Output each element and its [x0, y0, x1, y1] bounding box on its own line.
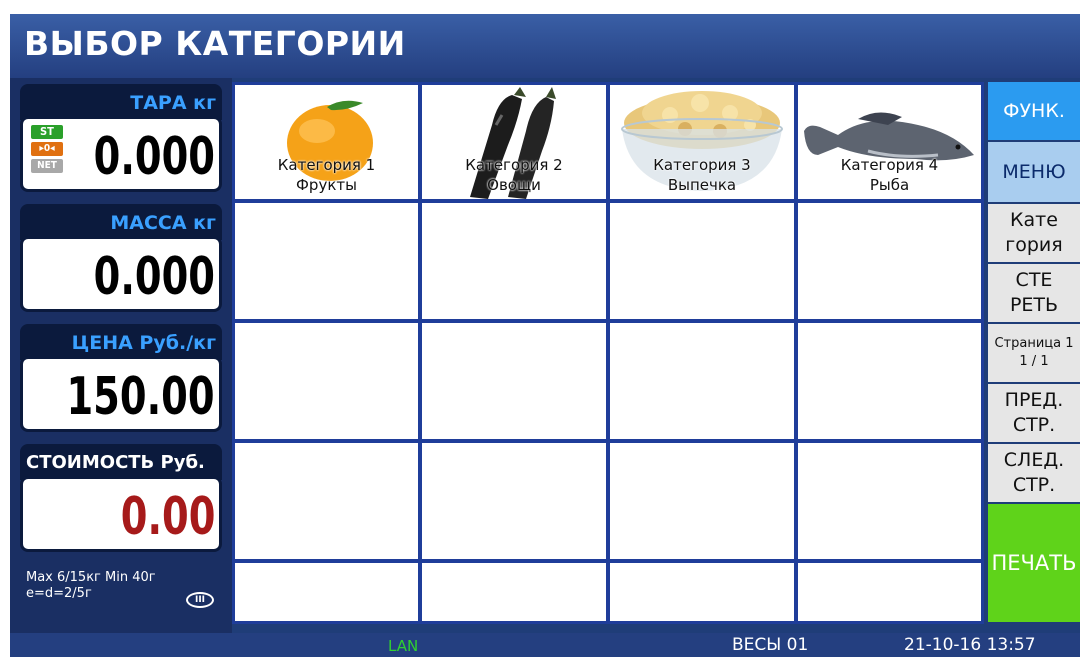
mass-display: 0.000	[20, 236, 222, 312]
cost-block: СТОИМОСТЬ Руб. 0.00	[20, 444, 222, 552]
erase-button-label-2: РЕТЬ	[1009, 294, 1059, 316]
tare-value: 0.000	[93, 127, 215, 187]
category-subtitle: Фрукты	[296, 176, 357, 194]
next-page-label-1: СЛЕД.	[1003, 449, 1065, 471]
mass-block: МАССА кг 0.000	[20, 204, 222, 312]
status-bar: LAN ВЕСЫ 01 21-10-16 13:57	[10, 633, 1080, 657]
page-indicator-value: 1 / 1	[1019, 354, 1049, 369]
category-tile-empty[interactable]	[422, 563, 606, 621]
cost-label: СТОИМОСТЬ Руб.	[20, 444, 222, 480]
category-tile-empty[interactable]	[798, 203, 981, 319]
page-title: ВЫБОР КАТЕГОРИИ	[24, 24, 406, 63]
tare-display: ST ▸0◂ NET 0.000	[20, 116, 222, 192]
stable-indicator: ST	[31, 125, 63, 139]
category-subtitle: Выпечка	[667, 176, 737, 194]
category-tile-empty[interactable]	[610, 443, 794, 559]
print-button[interactable]: ПЕЧАТЬ	[988, 504, 1080, 622]
category-tile-3[interactable]: Категория 3 Выпечка	[610, 85, 794, 199]
specs-max-min: Max 6/15кг Min 40г	[26, 570, 156, 585]
menu-button-label: МЕНЮ	[1002, 160, 1066, 183]
category-tile-empty[interactable]	[235, 323, 418, 439]
prev-page-label-1: ПРЕД.	[1004, 389, 1064, 411]
next-page-label-2: СТР.	[1012, 474, 1056, 496]
zero-indicator: ▸0◂	[31, 142, 63, 156]
category-tile-empty[interactable]	[610, 203, 794, 319]
indicator-group: ST ▸0◂ NET	[31, 125, 63, 176]
category-tile-empty[interactable]	[798, 323, 981, 439]
category-button-label-1: Кате	[1010, 209, 1058, 231]
category-grid: Категория 1 Фрукты Категория 2 Овощи Кат…	[232, 82, 984, 624]
category-tile-empty[interactable]	[235, 203, 418, 319]
category-tile-empty[interactable]	[798, 563, 981, 621]
price-block: ЦЕНА Руб./кг 150.00	[20, 324, 222, 432]
cost-value: 0.00	[120, 487, 215, 547]
category-tile-empty[interactable]	[422, 323, 606, 439]
category-tile-empty[interactable]	[798, 443, 981, 559]
mass-value: 0.000	[93, 247, 215, 307]
category-tile-empty[interactable]	[610, 563, 794, 621]
accuracy-class-icon: III	[186, 592, 214, 608]
category-tile-empty[interactable]	[235, 563, 418, 621]
scale-specs: Max 6/15кг Min 40г e=d=2/5г	[26, 570, 156, 602]
category-name: Категория 3	[653, 156, 751, 174]
price-display[interactable]: 150.00	[20, 356, 222, 432]
title-bar: ВЫБОР КАТЕГОРИИ	[10, 14, 1080, 78]
tare-block: ТАРА кг ST ▸0◂ NET 0.000	[20, 84, 222, 192]
left-panel: ТАРА кг ST ▸0◂ NET 0.000 МАССА кг 0.000 …	[10, 78, 232, 633]
category-subtitle: Овощи	[487, 176, 541, 194]
page-indicator-label: Страница 1	[994, 336, 1074, 351]
date-time: 21-10-16 13:57	[904, 635, 1036, 655]
category-subtitle: Рыба	[869, 176, 910, 194]
net-indicator: NET	[31, 159, 63, 173]
category-button-label-2: гория	[1005, 234, 1063, 256]
category-tile-2[interactable]: Категория 2 Овощи	[422, 85, 606, 199]
right-menu: ФУНК. МЕНЮ Кате гория СТЕ РЕТЬ Страница …	[988, 82, 1080, 624]
func-button-label: ФУНК.	[1003, 99, 1065, 122]
cost-display: 0.00	[20, 476, 222, 552]
category-button[interactable]: Кате гория	[988, 204, 1080, 262]
category-name: Категория 2	[465, 156, 563, 174]
category-name: Категория 1	[277, 156, 376, 174]
scale-id: ВЕСЫ 01	[732, 635, 809, 655]
page-indicator: Страница 1 1 / 1	[988, 324, 1080, 382]
price-label: ЦЕНА Руб./кг	[20, 324, 222, 360]
category-tile-empty[interactable]	[610, 323, 794, 439]
category-name: Категория 4	[840, 156, 939, 174]
mass-label: МАССА кг	[20, 204, 222, 240]
category-tile-empty[interactable]	[422, 443, 606, 559]
prev-page-button[interactable]: ПРЕД. СТР.	[988, 384, 1080, 442]
erase-button[interactable]: СТЕ РЕТЬ	[988, 264, 1080, 322]
menu-button[interactable]: МЕНЮ	[988, 142, 1080, 202]
category-tile-4[interactable]: Категория 4 Рыба	[798, 85, 981, 199]
specs-division: e=d=2/5г	[26, 586, 92, 601]
erase-button-label-1: СТЕ	[1015, 269, 1053, 291]
scale-screen: ВЫБОР КАТЕГОРИИ ТАРА кг ST ▸0◂ NET 0.000…	[10, 14, 1080, 657]
next-page-button[interactable]: СЛЕД. СТР.	[988, 444, 1080, 502]
prev-page-label-2: СТР.	[1012, 414, 1056, 436]
func-button[interactable]: ФУНК.	[988, 82, 1080, 140]
lan-status: LAN	[388, 637, 419, 655]
price-value: 150.00	[66, 367, 215, 427]
tare-label: ТАРА кг	[20, 84, 222, 120]
print-button-label: ПЕЧАТЬ	[991, 550, 1077, 575]
category-tile-empty[interactable]	[235, 443, 418, 559]
category-tile-empty[interactable]	[422, 203, 606, 319]
category-tile-1[interactable]: Категория 1 Фрукты	[235, 85, 418, 199]
